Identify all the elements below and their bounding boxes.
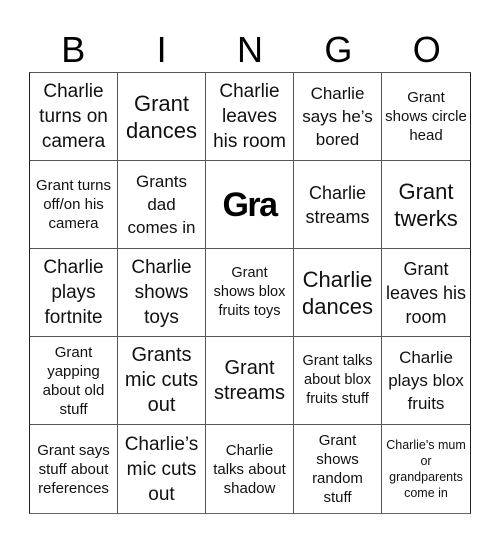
cell-text: Charlie says he’s bored — [302, 84, 373, 149]
bingo-cell[interactable]: Charlie dances — [294, 249, 382, 337]
cell-text: Charlie dances — [302, 266, 373, 319]
bingo-cell[interactable]: Charlie's mum or grandparents come in — [382, 425, 470, 513]
cell-text: Grant turns off/on his camera — [35, 177, 112, 232]
bingo-cell[interactable]: Charlie turns on camera — [30, 73, 118, 161]
cell-text: Charlie shows toys — [131, 257, 192, 328]
header-letter-i: I — [156, 29, 167, 70]
cell-text: Charlie's mum or grandparents come in — [386, 438, 466, 500]
cell-text: Grant streams — [213, 356, 286, 404]
bingo-cell[interactable]: Grants mic cuts out — [118, 337, 206, 425]
bingo-cell[interactable]: Grant shows circle head — [382, 73, 470, 161]
bingo-cell[interactable]: Charlie plays fortnite — [30, 249, 118, 337]
cell-text: Grant twerks — [394, 178, 458, 231]
header-letter-g: G — [324, 29, 353, 70]
bingo-cell[interactable]: Grant talks about blox fruits stuff — [294, 337, 382, 425]
cell-text: Grants dad comes in — [127, 172, 196, 237]
cell-text: Grant says stuff about references — [37, 441, 110, 497]
bingo-cell[interactable]: Charlie plays blox fruits — [382, 337, 470, 425]
bingo-cell[interactable]: Charlie streams — [294, 161, 382, 249]
bingo-cell[interactable]: Grant shows blox fruits toys — [206, 249, 294, 337]
bingo-cell[interactable]: Grant shows random stuff — [294, 425, 382, 513]
bingo-cell[interactable]: Grant turns off/on his camera — [30, 161, 118, 249]
cell-text: Grant talks about blox fruits stuff — [302, 353, 373, 407]
cell-text: Grants mic cuts out — [124, 344, 199, 416]
header-letter-n: N — [236, 29, 263, 70]
cell-text: Grant shows circle head — [385, 89, 467, 144]
bingo-cell[interactable]: Grant twerks — [382, 161, 470, 249]
bingo-cell[interactable]: Charlie shows toys — [118, 249, 206, 337]
bingo-cell[interactable]: Grant dances — [118, 73, 206, 161]
cell-text: Charlie talks about shadow — [213, 441, 286, 497]
free-space-cell[interactable]: Gra — [206, 161, 294, 249]
bingo-card: Charlie turns on camera Grant dances Cha… — [29, 72, 471, 514]
cell-text: Grant shows blox fruits toys — [213, 265, 286, 319]
cell-text: Grant shows random stuff — [312, 432, 363, 506]
cell-text: Charlie leaves his room — [213, 81, 286, 152]
cell-text: Charlie turns on camera — [39, 81, 108, 152]
bingo-cell[interactable]: Grant streams — [206, 337, 294, 425]
bingo-cell[interactable]: Grant says stuff about references — [30, 425, 118, 513]
bingo-cell[interactable]: Grant leaves his room — [382, 249, 470, 337]
free-space-text: Gra — [222, 185, 278, 224]
cell-text: Grant dances — [126, 90, 197, 143]
bingo-cell[interactable]: Grant yapping about old stuff — [30, 337, 118, 425]
bingo-cell[interactable]: Grants dad comes in — [118, 161, 206, 249]
cell-text: Charlie plays fortnite — [43, 257, 104, 328]
header-letter-o: O — [412, 29, 441, 70]
bingo-cell[interactable]: Charlie talks about shadow — [206, 425, 294, 513]
cell-text: Grant leaves his room — [385, 258, 467, 327]
cell-text: Charlie plays blox fruits — [388, 348, 464, 413]
cell-text: Grant yapping about old stuff — [42, 343, 105, 418]
bingo-header: B I N G O — [29, 28, 471, 72]
bingo-cell[interactable]: Charlie leaves his room — [206, 73, 294, 161]
cell-text: Charlie streams — [305, 182, 370, 227]
header-letter-b: B — [61, 29, 86, 70]
bingo-cell[interactable]: Charlie says he’s bored — [294, 73, 382, 161]
bingo-cell[interactable]: Charlie’s mic cuts out — [118, 425, 206, 513]
cell-text: Charlie’s mic cuts out — [124, 433, 199, 505]
